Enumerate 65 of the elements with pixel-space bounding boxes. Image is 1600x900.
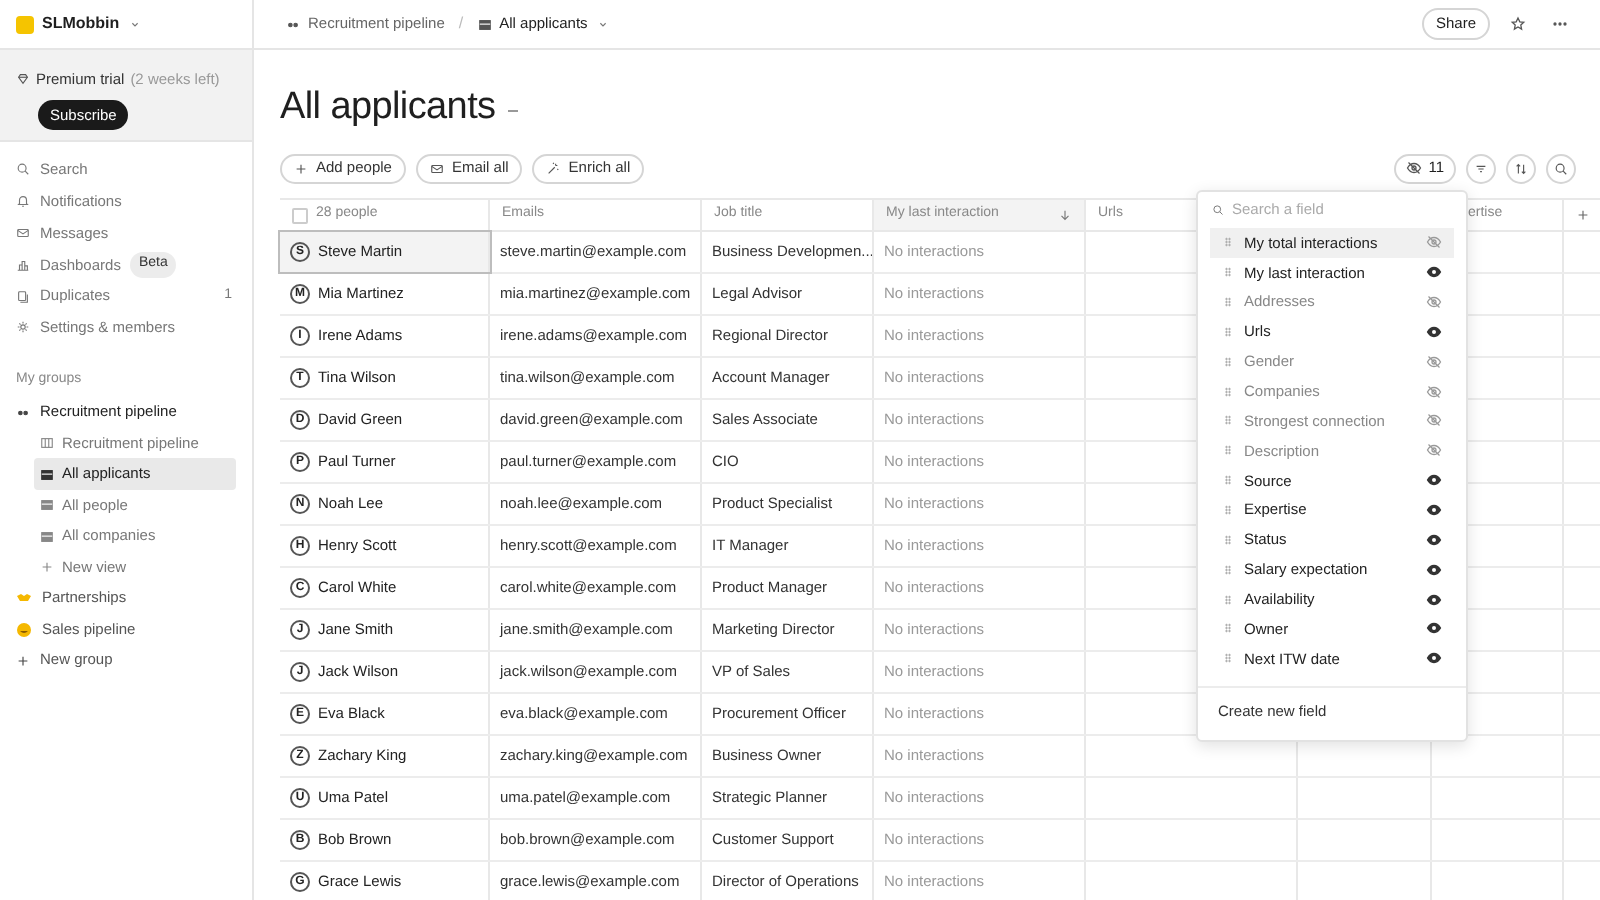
eyes-icon xyxy=(286,17,300,31)
star-icon[interactable] xyxy=(1510,16,1526,32)
eye-slash-icon xyxy=(1406,160,1423,176)
drag-handle-icon xyxy=(1222,355,1234,368)
drag-handle-icon xyxy=(1222,236,1234,249)
drag-handle-icon xyxy=(1222,266,1234,279)
drag-handle-icon xyxy=(1222,533,1234,546)
eye-slash-icon[interactable] xyxy=(1426,294,1442,311)
drag-handle-icon xyxy=(1222,385,1234,398)
eye-icon[interactable] xyxy=(1426,561,1442,578)
bell-icon xyxy=(16,194,30,209)
smiley-icon xyxy=(16,621,32,638)
bar-chart-icon xyxy=(16,257,30,272)
filter-icon xyxy=(1474,161,1488,175)
drag-handle-icon xyxy=(1222,414,1234,427)
drag-handle-icon xyxy=(1222,296,1234,309)
chevron-icon xyxy=(127,17,142,31)
table-icon xyxy=(40,529,54,544)
eye-icon[interactable] xyxy=(1426,531,1442,548)
envelope-icon xyxy=(429,161,444,175)
drag-handle-icon xyxy=(1222,593,1234,606)
drag-handle-icon xyxy=(1222,444,1234,457)
eye-slash-icon[interactable] xyxy=(1426,383,1442,400)
drag-handle-icon xyxy=(1222,504,1234,517)
search-icon xyxy=(16,162,30,177)
envelope-icon xyxy=(16,225,30,240)
diamond-icon xyxy=(16,72,30,87)
drag-handle-icon xyxy=(1222,325,1234,338)
plus-icon xyxy=(16,653,30,668)
copy-icon xyxy=(16,289,30,304)
settings-icon xyxy=(16,320,30,335)
drag-handle-icon xyxy=(1222,622,1234,635)
page-title: All applicants xyxy=(280,84,496,133)
eye-slash-icon[interactable] xyxy=(1426,353,1442,370)
drag-handle-icon xyxy=(1222,652,1234,665)
eye-icon[interactable] xyxy=(1426,264,1442,281)
sort-icon xyxy=(1514,161,1528,175)
eye-slash-icon[interactable] xyxy=(1426,412,1442,429)
title-dash xyxy=(507,110,518,112)
drag-handle-icon xyxy=(1222,474,1234,487)
search-icon xyxy=(1212,204,1224,216)
search-icon xyxy=(1554,161,1568,175)
drag-handle-icon xyxy=(1222,563,1234,576)
table-icon xyxy=(40,498,54,513)
eye-icon[interactable] xyxy=(1426,620,1442,637)
plus-icon xyxy=(40,560,54,575)
checkbox[interactable] xyxy=(292,207,308,223)
eye-slash-icon[interactable] xyxy=(1426,442,1442,459)
chevron-icon xyxy=(595,17,610,31)
table-icon xyxy=(40,467,54,482)
columns-icon xyxy=(40,436,54,451)
search-button[interactable] xyxy=(1546,153,1576,183)
plus-icon xyxy=(294,161,308,175)
eye-icon[interactable] xyxy=(1426,502,1442,519)
breadcrumb-separator: / xyxy=(456,12,466,36)
sort-button[interactable] xyxy=(1506,153,1536,183)
workspace-name[interactable]: SLMobbin xyxy=(42,12,120,36)
eye-icon[interactable] xyxy=(1426,323,1442,340)
table-icon xyxy=(477,17,492,31)
eye-icon[interactable] xyxy=(1426,650,1442,667)
eye-icon[interactable] xyxy=(1426,472,1442,489)
workspace-logo xyxy=(16,15,34,33)
wand-icon xyxy=(546,161,561,175)
eye-icon[interactable] xyxy=(1426,591,1442,608)
eyes-icon xyxy=(16,405,30,420)
